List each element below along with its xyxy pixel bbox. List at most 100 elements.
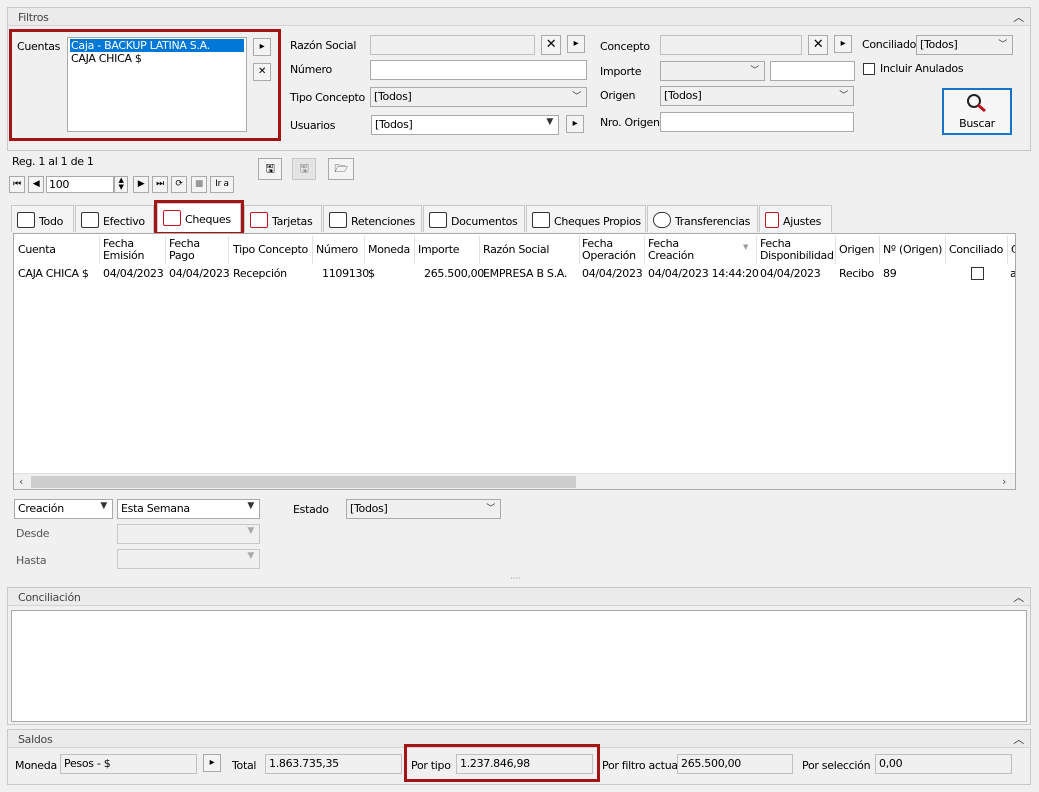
buscar-button[interactable]: Buscar [942, 88, 1012, 135]
moneda-label: Moneda [15, 759, 57, 772]
tab-documentos[interactable]: Documentos [423, 205, 525, 232]
cell-importe: 265.500,00 [424, 267, 484, 280]
clear-concepto-button[interactable]: ✕ [808, 35, 828, 55]
scrollbar-thumb[interactable] [31, 476, 576, 488]
moneda-field[interactable]: Pesos - $ [60, 754, 197, 774]
col-conciliado[interactable]: Conciliado [949, 244, 1003, 256]
chevron-down-icon: ﹀ [750, 66, 759, 76]
col-nro-origen[interactable]: Nº (Origen) [883, 244, 942, 256]
lookup-usuarios-button[interactable]: ▸ [566, 115, 584, 133]
document-icon [429, 212, 447, 228]
numero-field[interactable] [370, 60, 587, 80]
lookup-moneda-button[interactable]: ▸ [203, 754, 221, 772]
tab-cheques-propios[interactable]: Cheques Propios [526, 205, 646, 232]
tab-retenciones[interactable]: Retenciones [323, 205, 422, 232]
col-extra[interactable]: C [1011, 244, 1015, 256]
col-moneda[interactable]: Moneda [368, 244, 410, 256]
cell-razon-social: EMPRESA B S.A. [483, 267, 568, 280]
col-cuenta[interactable]: Cuenta [18, 244, 56, 256]
tab-todo[interactable]: Todo [11, 205, 74, 232]
concepto-field[interactable] [660, 35, 802, 55]
col-origen[interactable]: Origen [839, 244, 874, 256]
estado-value: [Todos] [350, 502, 388, 515]
incluir-anulados-checkbox[interactable] [863, 63, 875, 75]
collapse-chevron-icon[interactable]: ︿ [1013, 589, 1024, 605]
chevron-down-icon: ﹀ [572, 92, 581, 102]
origen-select[interactable]: [Todos] ﹀ [660, 86, 854, 106]
estado-select[interactable]: [Todos] ﹀ [346, 499, 501, 519]
table-row[interactable]: CAJA CHICA $ 04/04/2023 04/04/2023 Recep… [14, 264, 1015, 282]
dropdown-arrow-icon: ▼ [247, 551, 254, 561]
last-page-button[interactable]: ⏭ [152, 176, 168, 193]
scroll-right-icon[interactable]: › [1002, 475, 1006, 488]
search-icon [967, 94, 986, 113]
tipo-concepto-label: Tipo Concepto [290, 91, 365, 104]
tab-transferencias[interactable]: Transferencias [647, 205, 758, 232]
importe-operator-select[interactable]: ﹀ [660, 61, 765, 81]
tab-label: Efectivo [103, 215, 145, 228]
tab-tarjetas[interactable]: Tarjetas [244, 205, 322, 232]
date-field-select[interactable]: Creación ▼ [14, 499, 113, 519]
horizontal-scrollbar[interactable]: ‹ › [14, 473, 1015, 489]
col-fecha-operacion[interactable]: Fecha Operación [582, 238, 636, 262]
dropdown-arrow-icon: ▼ [546, 117, 553, 127]
tab-ajustes[interactable]: Ajustes [759, 205, 832, 232]
cell-nro-origen: 89 [883, 267, 897, 280]
dropdown-arrow-icon: ▼ [247, 501, 254, 511]
cell-fecha-disponibilidad: 04/04/2023 [760, 267, 821, 280]
collapse-chevron-icon[interactable]: ︿ [1013, 731, 1024, 747]
numero-label: Número [290, 63, 332, 76]
cell-moneda: $ [368, 267, 375, 280]
nro-origen-field[interactable] [660, 112, 854, 132]
col-fecha-pago[interactable]: Fecha Pago [169, 238, 200, 262]
chevron-down-icon: ﹀ [486, 504, 495, 514]
usuarios-select[interactable]: [Todos] ▼ [371, 115, 559, 135]
first-page-button[interactable]: ⏮ [9, 176, 25, 193]
tab-label: Tarjetas [272, 215, 313, 228]
adjust-icon [765, 212, 779, 228]
importe-label: Importe [600, 65, 642, 78]
col-tipo-concepto[interactable]: Tipo Concepto [233, 244, 308, 256]
save-icon[interactable]: 🖫 [258, 158, 282, 180]
conciliado-select[interactable]: [Todos] ﹀ [916, 35, 1013, 55]
page-size-field[interactable]: 100 [46, 176, 114, 193]
conciliado-checkbox[interactable] [971, 267, 984, 280]
tab-efectivo[interactable]: Efectivo [75, 205, 154, 232]
tab-label: Transferencias [675, 215, 751, 228]
own-check-icon [532, 212, 550, 228]
hasta-date[interactable]: ▼ [117, 549, 260, 569]
estado-label: Estado [293, 503, 329, 516]
nro-origen-label: Nro. Origen [600, 116, 660, 129]
stop-icon[interactable]: ■ [191, 176, 207, 193]
col-fecha-disponibilidad[interactable]: Fecha Disponibilidad [760, 238, 834, 262]
ira-button[interactable]: Ir a [210, 176, 234, 193]
conciliado-value: [Todos] [920, 38, 958, 51]
page-size-spinner[interactable]: ▲ ▼ [114, 176, 128, 193]
importe-field[interactable] [770, 61, 855, 81]
tipo-concepto-select[interactable]: [Todos] ﹀ [370, 87, 587, 107]
razon-social-field[interactable] [370, 35, 535, 55]
cell-fecha-pago: 04/04/2023 [169, 267, 230, 280]
lookup-concepto-button[interactable]: ▸ [834, 35, 852, 53]
save-as-icon[interactable]: 🖫 [292, 158, 316, 180]
next-page-button[interactable]: ▶ [133, 176, 149, 193]
col-fecha-creacion[interactable]: Fecha Creación [648, 238, 694, 262]
lookup-razon-social-button[interactable]: ▸ [567, 35, 585, 53]
col-numero[interactable]: Número [316, 244, 358, 256]
date-range-select[interactable]: Esta Semana ▼ [117, 499, 260, 519]
cheques-grid[interactable]: Cuenta Fecha Emisión Fecha Pago Tipo Conce… [13, 233, 1016, 490]
clear-razon-social-button[interactable]: ✕ [541, 35, 561, 55]
splitter-grip[interactable]: ···· [510, 575, 521, 584]
col-importe[interactable]: Importe [418, 244, 459, 256]
list-icon [17, 212, 35, 228]
collapse-chevron-icon[interactable]: ︿ [1013, 9, 1024, 25]
open-folder-icon[interactable]: 🗁 [328, 158, 354, 180]
desde-date[interactable]: ▼ [117, 524, 260, 544]
col-razon-social[interactable]: Razón Social [483, 244, 549, 256]
refresh-icon[interactable]: ⟳ [171, 176, 187, 193]
col-fecha-emision[interactable]: Fecha Emisión [103, 238, 144, 262]
tipo-concepto-value: [Todos] [374, 90, 412, 103]
prev-page-button[interactable]: ◀ [28, 176, 44, 193]
scroll-left-icon[interactable]: ‹ [19, 475, 23, 488]
cell-tipo: Recepción [233, 267, 287, 280]
